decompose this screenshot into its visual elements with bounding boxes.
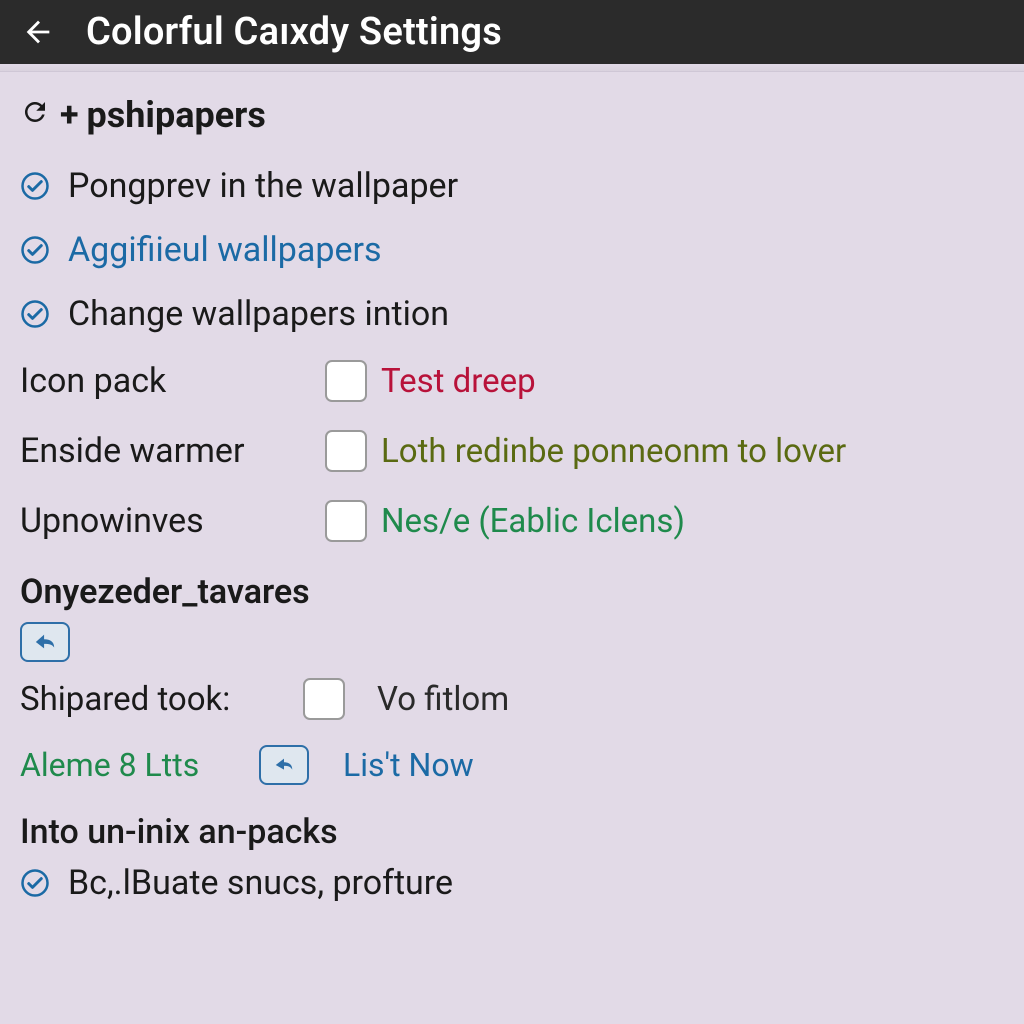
label-enside-warmer: Enside warmer: [20, 431, 325, 471]
list-now-button[interactable]: [259, 745, 309, 785]
checkbox-enside-warmer[interactable]: [325, 430, 367, 472]
arrow-left-icon: [21, 15, 55, 49]
plus-icon[interactable]: +: [60, 95, 79, 135]
desc-enside-warmer: Loth redinbe ponneonm to lover: [381, 432, 846, 471]
app-bar: Colorful Caıxdy Settings: [0, 0, 1024, 64]
check-circle-icon: [20, 868, 50, 898]
status-aleme: Aleme 8 Ltts: [20, 746, 235, 784]
section-uninix-title: Into un-inix an-packs: [20, 812, 1004, 852]
row-icon-pack: Icon pack Test dreep: [20, 346, 1004, 416]
option-label: Bc,.lBuate snucs, profture: [68, 863, 453, 903]
label-shipared: Shipared took:: [20, 680, 285, 719]
checkbox-upnowinves[interactable]: [325, 500, 367, 542]
tag-pill-button[interactable]: [20, 622, 70, 662]
option-label: Pongprev in the wallpaper: [68, 166, 458, 206]
check-circle-icon: [20, 235, 50, 265]
row-shipared: Shipared took: Vo fitlom: [20, 666, 1004, 732]
option-pongprev[interactable]: Pongprev in the wallpaper: [20, 154, 1004, 218]
label-icon-pack: Icon pack: [20, 361, 325, 401]
checkbox-shipared[interactable]: [303, 678, 345, 720]
row-enside-warmer: Enside warmer Loth redinbe ponneonm to l…: [20, 416, 1004, 486]
row-upnowinves: Upnowinves Nes/e (Eablic Iclens): [20, 486, 1004, 556]
option-change-intion[interactable]: Change wallpapers intion: [20, 282, 1004, 346]
check-circle-icon: [20, 299, 50, 329]
section-onyezeder-title: Onyezeder_tavares: [20, 572, 1004, 612]
label-upnowinves: Upnowinves: [20, 501, 325, 541]
play-tag-icon: [273, 754, 295, 776]
check-circle-icon: [20, 171, 50, 201]
list-now-label[interactable]: Lis't Now: [343, 746, 474, 784]
desc-shipared: Vo fitlom: [377, 680, 509, 719]
tag-icon: [34, 631, 56, 653]
divider: [0, 64, 1024, 72]
section-wallpapers-title: pshipapers: [87, 94, 266, 136]
option-aggifiieul[interactable]: Aggifiieul wallpapers: [20, 218, 1004, 282]
option-bc-buate[interactable]: Bc,.lBuate snucs, profture: [20, 858, 1004, 912]
page-title: Colorful Caıxdy Settings: [86, 10, 502, 54]
checkbox-icon-pack[interactable]: [325, 360, 367, 402]
option-label: Change wallpapers intion: [68, 294, 449, 334]
row-aleme: Aleme 8 Ltts Lis't Now: [20, 732, 1004, 798]
desc-upnowinves: Nes/e (Eablic Iclens): [381, 502, 685, 541]
settings-content: + pshipapers Pongprev in the wallpaper A…: [0, 72, 1024, 912]
back-button[interactable]: [18, 12, 58, 52]
section-wallpapers-header: + pshipapers: [20, 94, 1004, 136]
option-label: Aggifiieul wallpapers: [68, 230, 382, 270]
refresh-icon[interactable]: [20, 94, 50, 136]
desc-icon-pack: Test dreep: [381, 362, 536, 401]
